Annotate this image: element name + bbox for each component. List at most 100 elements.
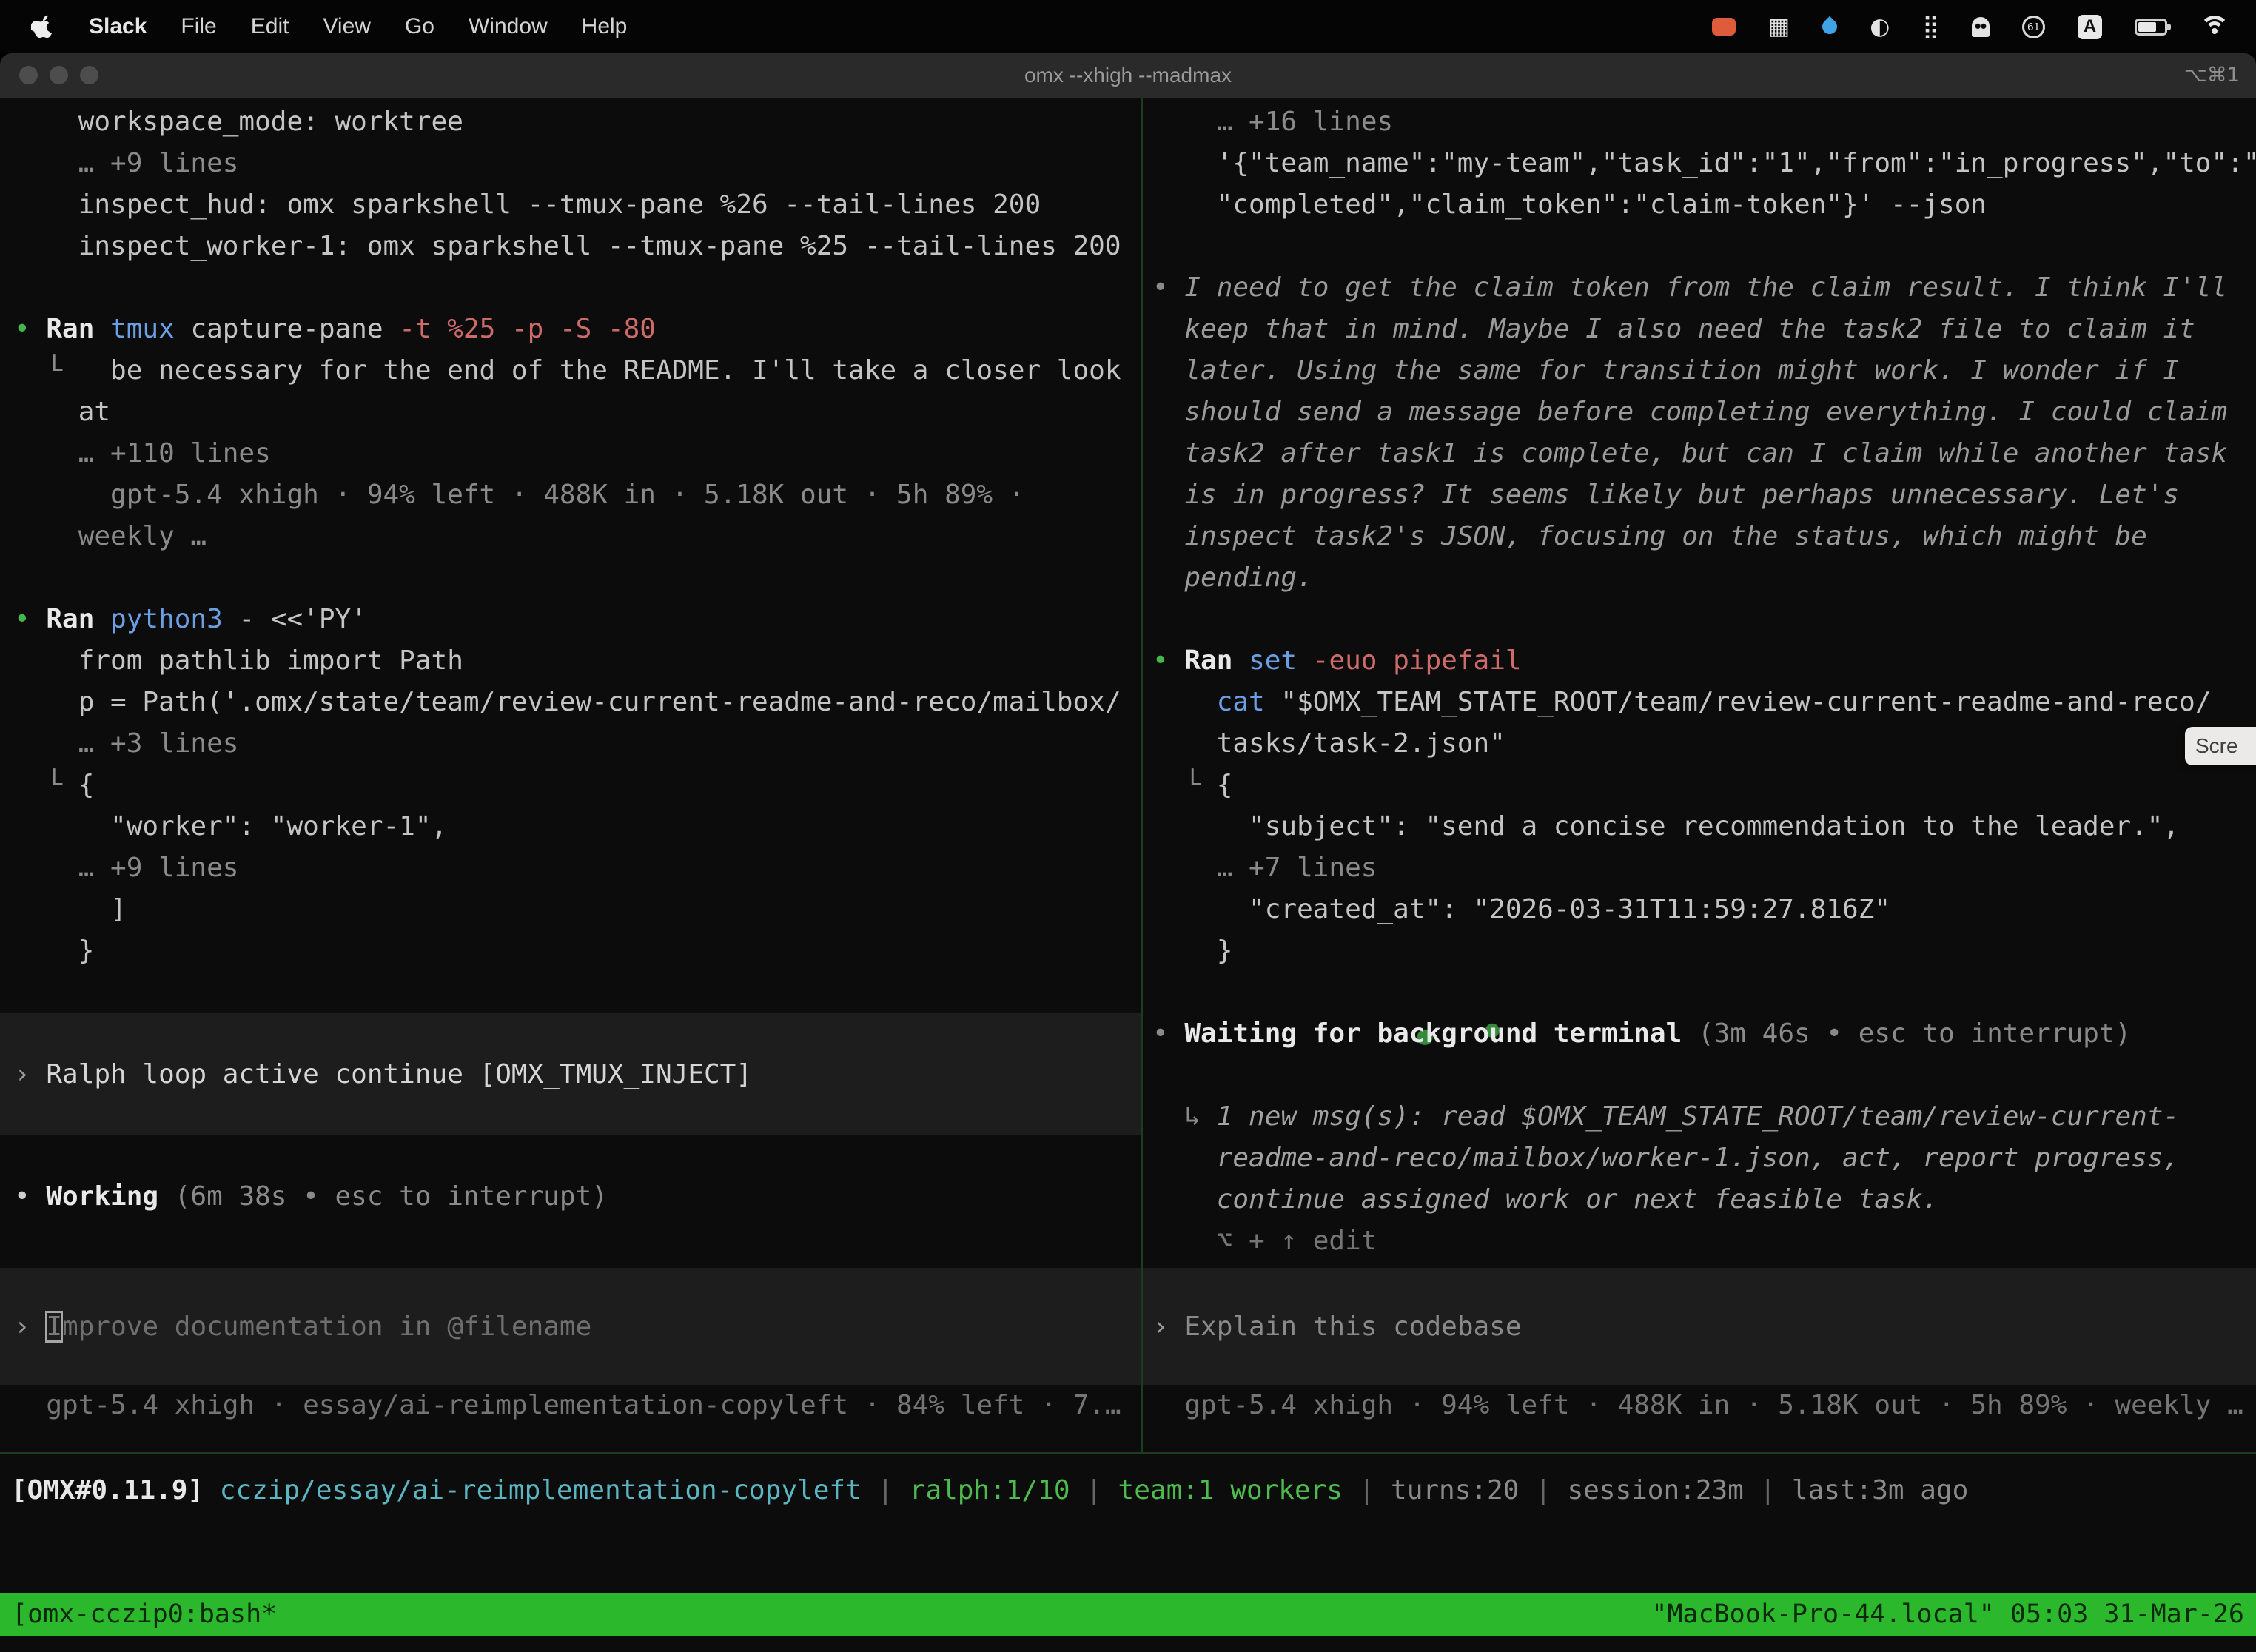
ghost-icon[interactable] [1972,17,1990,37]
text-segment: ralph:1/10 [910,1475,1070,1505]
terminal-line: should send a message before completing … [1152,392,2256,433]
half-circle-icon[interactable]: ◐ [1870,16,1890,38]
menu-view[interactable]: View [323,14,370,39]
left-pane[interactable]: workspace_mode: worktree … +9 lines insp… [0,98,1141,1452]
terminal-line: '{"team_name":"my-team","task_id":"1","f… [1152,143,2256,184]
text-segment: [OMX#0.11.9] [11,1475,204,1505]
text-segment: … +9 lines [14,148,238,178]
text-segment [204,1475,220,1505]
battery-icon[interactable] [2135,19,2167,36]
terminal-line: └ { [1152,765,2256,806]
wifi-icon[interactable] [2200,16,2229,38]
terminal-line: • Waiting for background terminal (3m 46… [1152,1013,2256,1055]
text-segment: team:1 workers [1118,1475,1343,1505]
text-segment: terminal [1537,1018,1682,1049]
text-segment: task2 after task1 is complete, but can I… [1152,438,2227,469]
window-title: omx --xhigh --madmax [0,53,2256,98]
text-segment: "subject": "send a concise recommendatio… [1152,811,2179,842]
menu-window[interactable]: Window [469,14,548,39]
terminal-line: weekly … [14,516,1141,557]
text-segment: keep that in mind. Maybe I also need the… [1152,314,2195,344]
text-segment: cczip/essay/ai-reimplementation-copyleft [220,1475,862,1505]
text-segment: • [1152,645,1184,676]
text-segment: Ran [1184,645,1249,676]
text-segment: 1 new msg(s): read $OMX_TEAM_STATE_ROOT/… [1217,1101,2179,1132]
text-segment: | [862,1475,910,1505]
prompt-band[interactable]: › Improve documentation in @filename [0,1268,1141,1385]
terminal-line: "subject": "send a concise recommendatio… [1152,806,2256,847]
text-segment: | [1343,1475,1391,1505]
text-segment [1297,645,1313,676]
text-segment: "worker": "worker-1", [14,811,447,842]
apple-menu-icon[interactable] [31,13,55,41]
menu-file[interactable]: File [181,14,216,39]
terminal-line: tasks/task-2.json" [1152,723,2256,765]
text-segment: Waiting for [1184,1018,1377,1049]
text-segment: at [14,397,110,427]
terminal-line: inspect_hud: omx sparkshell --tmux-pane … [14,184,1141,226]
text-segment: { [78,770,95,800]
terminal-line: inspect task2's JSON, focusing on the st… [1152,516,2256,557]
prompt-band[interactable]: › Explain this codebase [1143,1268,2256,1385]
text-segment: should send a message before completing … [1152,397,2227,427]
text-segment: Ralph loop active continue [OMX_TMUX_INJ… [46,1059,752,1089]
text-segment: | [1519,1475,1567,1505]
prompt-band[interactable]: › Ralph loop active continue [OMX_TMUX_I… [0,1013,1141,1135]
text-segment: p = Path('.omx/state/team/review-current… [14,687,1121,717]
text-segment: "completed","claim_token":"claim-token"}… [1152,189,1987,220]
text-segment: inspect task2's JSON, focusing on the st… [1152,521,2147,551]
menu-help[interactable]: Help [582,14,628,39]
terminal-line: … +3 lines [14,723,1141,765]
text-segment: … +3 lines [14,728,238,759]
menu-go[interactable]: Go [405,14,434,39]
terminal-line: └ be necessary for the end of the README… [14,350,1141,392]
terminal-line: … +110 lines [14,433,1141,474]
text-segment: weekly … [14,521,207,551]
text-segment: gpt-5.4 xhigh · essay/ai-reimplementatio… [14,1390,1121,1420]
terminal-line: task2 after task1 is complete, but can I… [1152,433,2256,474]
text-segment: Working [46,1181,158,1212]
tmux-session-label[interactable]: [omx-cczip0:bash* [12,1593,277,1636]
window-shortcut-hint: ⌥⌘1 [2184,53,2240,98]
text-segment: } [1152,936,1232,966]
window-titlebar[interactable]: omx --xhigh --madmax ⌥⌘1 [0,53,2256,98]
omx-status-line: [OMX#0.11.9] cczip/essay/ai-reimplementa… [11,1470,1968,1511]
terminal-line: gpt-5.4 xhigh · essay/ai-reimplementatio… [14,1385,1141,1426]
text-segment: session:23m [1567,1475,1743,1505]
text-segment: • [14,1181,46,1212]
active-app-menu[interactable]: Slack [89,14,147,39]
badge-61-icon[interactable]: 61 [2022,16,2045,38]
text-segment: -t %25 -p -S -80 [399,314,656,344]
terminal-line: "completed","claim_token":"claim-token"}… [1152,184,2256,226]
text-segment: -euo pipefail [1313,645,1522,676]
text-segment: readme-and-reco/mailbox/worker-1.json, a… [1152,1143,2179,1173]
text-segment: be necessary for the end of the README. … [110,355,1121,386]
text-segment: › [1152,1312,1184,1342]
text-segment: inspect_hud: omx sparkshell --tmux-pane … [14,189,1041,220]
menu-edit[interactable]: Edit [251,14,289,39]
droplet-icon[interactable] [1819,16,1840,37]
dots-grid-icon[interactable]: ⣿ [1922,16,1939,38]
terminal-line: ] [14,889,1141,930]
screen-recording-indicator-icon[interactable] [1712,18,1736,36]
right-pane[interactable]: … +16 lines '{"team_name":"my-team","tas… [1143,98,2256,1452]
text-segment: … +110 lines [14,438,271,469]
terminal-line: } [14,930,1141,972]
terminal-line: └ { [14,765,1141,806]
terminal-line: "worker": "worker-1", [14,806,1141,847]
text-segment: └ [14,355,110,386]
menu-bar-left: Slack File Edit View Go Window Help [0,13,627,41]
menu-bar-status-icons: ▦ ◐ ⣿ 61 A [1712,15,2256,39]
text-segment: • [1152,1018,1184,1049]
pane-divider-horizontal[interactable] [0,1452,2256,1454]
terminal-line: • Working (6m 38s • esc to interrupt) [14,1176,1141,1218]
text-segment: I [46,1312,62,1342]
input-source-icon[interactable]: A [2078,15,2102,39]
keyboard-grid-icon[interactable]: ▦ [1768,16,1790,38]
terminal-line: p = Path('.omx/state/team/review-current… [14,682,1141,723]
text-segment: Explain this codebase [1184,1312,1521,1342]
screen-tooltip[interactable]: Scre [2185,727,2256,765]
terminal-line: … +16 lines [1152,101,2256,143]
text-segment: • [14,604,46,634]
text-segment: later. Using the same for transition mig… [1152,355,2179,386]
